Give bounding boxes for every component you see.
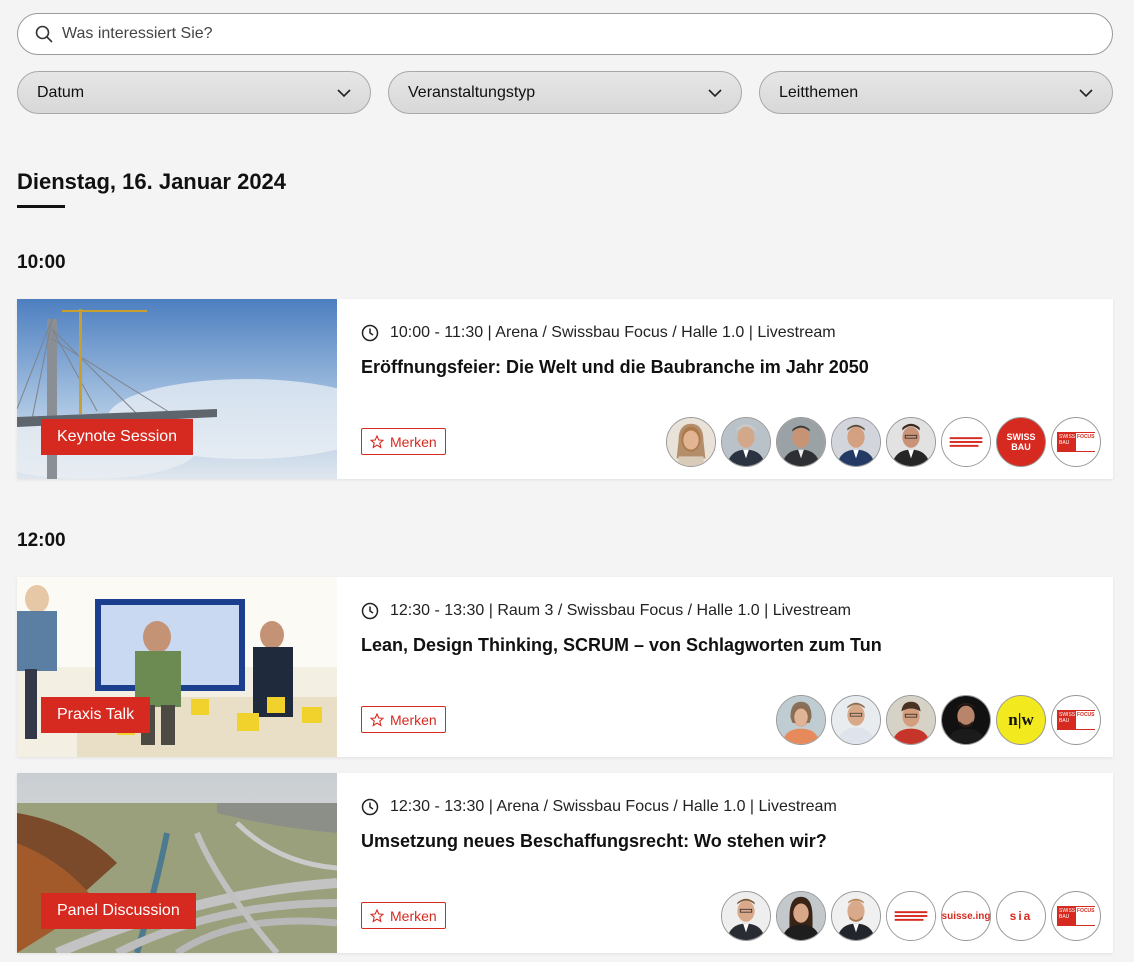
event-card[interactable]: Panel Discussion 12:30 - 13:30 | Arena /… — [17, 773, 1113, 953]
event-card[interactable]: Praxis Talk 12:30 - 13:30 | Raum 3 / Swi… — [17, 577, 1113, 757]
speaker-avatar[interactable] — [886, 695, 936, 745]
clock-icon — [361, 324, 379, 342]
search-bar[interactable] — [17, 13, 1113, 55]
swissbau-focus-logo[interactable]: SWISS BAU FOCUS — [1051, 891, 1101, 941]
bookmark-button[interactable]: Merken — [361, 706, 446, 733]
speaker-avatars: n|w SWISS BAU FOCUS — [771, 695, 1101, 745]
chevron-down-icon — [708, 88, 722, 97]
focus-logo-text: FOCUS — [1076, 711, 1096, 729]
speaker-avatar[interactable] — [721, 891, 771, 941]
speaker-avatar[interactable] — [721, 417, 771, 467]
event-body: 12:30 - 13:30 | Arena / Swissbau Focus /… — [337, 773, 1113, 953]
swissbau-focus-logo[interactable]: SWISS BAU FOCUS — [1051, 417, 1101, 467]
sia-logo[interactable]: sia — [996, 891, 1046, 941]
speaker-avatars: suisse.ing sia SWISS BAU FOCUS — [716, 891, 1101, 941]
bookmark-button[interactable]: Merken — [361, 428, 446, 455]
event-title[interactable]: Umsetzung neues Beschaffungsrecht: Wo st… — [361, 831, 827, 852]
speaker-avatar[interactable] — [776, 891, 826, 941]
clock-icon — [361, 602, 379, 620]
event-image: Praxis Talk — [17, 577, 337, 757]
focus-logo-text: FOCUS — [1076, 907, 1096, 925]
chevron-down-icon — [1079, 88, 1093, 97]
filter-veranstaltungstyp[interactable]: Veranstaltungstyp — [388, 71, 742, 114]
bookmark-label: Merken — [390, 711, 437, 728]
chevron-down-icon — [337, 88, 351, 97]
focus-logo-text: FOCUS — [1076, 433, 1096, 451]
event-meta-text: 12:30 - 13:30 | Raum 3 / Swissbau Focus … — [390, 602, 851, 619]
event-title[interactable]: Lean, Design Thinking, SCRUM – von Schla… — [361, 635, 882, 656]
event-type-tag: Praxis Talk — [41, 697, 151, 733]
speaker-avatar[interactable] — [941, 695, 991, 745]
speaker-avatar[interactable] — [886, 417, 936, 467]
filter-label: Datum — [37, 83, 85, 101]
bookmark-label: Merken — [390, 907, 437, 924]
day-title: Dienstag, 16. Januar 2024 — [17, 169, 287, 194]
partner-logo[interactable] — [886, 891, 936, 941]
speaker-avatar[interactable] — [831, 891, 881, 941]
time-group-label: 10:00 — [17, 252, 66, 273]
clock-icon — [361, 798, 379, 816]
suisse-ing-logo[interactable]: suisse.ing — [941, 891, 991, 941]
event-body: 10:00 - 11:30 | Arena / Swissbau Focus /… — [337, 299, 1113, 479]
suisse-ing-logo-text: suisse.ing — [941, 910, 991, 922]
event-card[interactable]: Keynote Session 10:00 - 11:30 | Arena / … — [17, 299, 1113, 479]
speaker-avatar[interactable] — [831, 695, 881, 745]
fhnw-logo-text: n|w — [1008, 710, 1034, 729]
filter-bar: Datum Veranstaltungstyp Leitthemen — [17, 71, 1113, 114]
speaker-avatars: SWISS BAU SWISS BAU FOCUS — [661, 417, 1101, 467]
search-input[interactable] — [62, 25, 962, 43]
fhnw-logo[interactable]: n|w — [996, 695, 1046, 745]
speaker-avatar[interactable] — [831, 417, 881, 467]
filter-leitthemen[interactable]: Leitthemen — [759, 71, 1113, 114]
filter-datum[interactable]: Datum — [17, 71, 371, 114]
star-icon — [370, 908, 384, 923]
event-meta: 12:30 - 13:30 | Arena / Swissbau Focus /… — [361, 798, 837, 816]
speaker-avatar[interactable] — [666, 417, 716, 467]
event-image: Panel Discussion — [17, 773, 337, 953]
star-icon — [370, 434, 384, 449]
filter-label: Leitthemen — [779, 83, 859, 101]
event-title[interactable]: Eröffnungsfeier: Die Welt und die Baubra… — [361, 357, 869, 378]
event-meta-text: 10:00 - 11:30 | Arena / Swissbau Focus /… — [390, 324, 836, 341]
swissbau-logo[interactable]: SWISS BAU — [996, 417, 1046, 467]
day-underline — [17, 205, 65, 208]
filter-label: Veranstaltungstyp — [408, 83, 536, 101]
event-meta: 10:00 - 11:30 | Arena / Swissbau Focus /… — [361, 324, 836, 342]
event-meta: 12:30 - 13:30 | Raum 3 / Swissbau Focus … — [361, 602, 851, 620]
event-type-tag: Panel Discussion — [41, 893, 196, 929]
star-icon — [370, 712, 384, 727]
bookmark-button[interactable]: Merken — [361, 902, 446, 929]
sia-logo-text: sia — [1009, 909, 1033, 923]
speaker-avatar[interactable] — [776, 417, 826, 467]
event-image: Keynote Session — [17, 299, 337, 479]
swissbau-focus-logo[interactable]: SWISS BAU FOCUS — [1051, 695, 1101, 745]
partner-logo[interactable] — [941, 417, 991, 467]
bookmark-label: Merken — [390, 433, 437, 450]
time-group-label: 12:00 — [17, 530, 66, 551]
event-type-tag: Keynote Session — [41, 419, 194, 455]
search-icon — [35, 25, 53, 43]
swissbau-logo-text: SWISS BAU — [1006, 432, 1036, 452]
speaker-avatar[interactable] — [776, 695, 826, 745]
event-meta-text: 12:30 - 13:30 | Arena / Swissbau Focus /… — [390, 798, 837, 815]
event-body: 12:30 - 13:30 | Raum 3 / Swissbau Focus … — [337, 577, 1113, 757]
